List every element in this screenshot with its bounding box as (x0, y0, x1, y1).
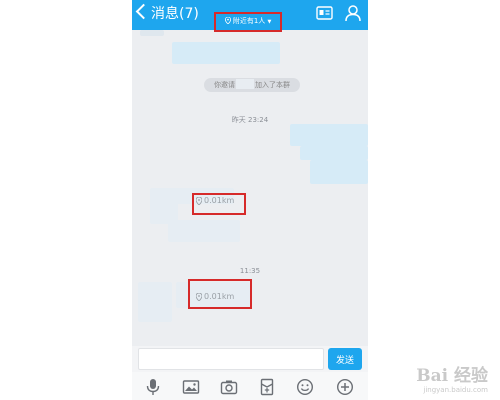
chat-header: 消息(7) 附近有1人 ▼ (132, 0, 368, 32)
emoji-icon[interactable] (296, 378, 314, 396)
camera-icon[interactable] (220, 378, 238, 396)
message-bubble[interactable] (290, 124, 368, 146)
message-bubble[interactable] (310, 160, 368, 184)
image-icon[interactable] (182, 378, 200, 396)
chat-screen: 消息(7) 附近有1人 ▼ 你邀请 加入了本群 昨天 23:24 0.01km 1… (132, 0, 368, 400)
highlight-box-distance (188, 279, 252, 309)
message-bubble[interactable] (172, 42, 280, 64)
avatar (140, 30, 164, 36)
chevron-left-icon (135, 3, 152, 20)
chat-toolbar (132, 372, 368, 400)
back-label: 消息(7) (151, 6, 199, 22)
avatar (138, 282, 172, 322)
message-list[interactable]: 你邀请 加入了本群 昨天 23:24 0.01km 11:35 0.01km (132, 30, 368, 346)
microphone-icon[interactable] (144, 378, 162, 396)
person-icon[interactable] (344, 4, 362, 22)
watermark-title: Bai 经验 (416, 366, 488, 386)
blurred-name (236, 79, 254, 89)
message-bubble[interactable] (168, 220, 240, 242)
plus-icon[interactable] (336, 378, 354, 396)
message-bubble[interactable] (300, 146, 368, 160)
back-button[interactable]: 消息(7) (135, 3, 199, 24)
timestamp: 11:35 (239, 267, 261, 275)
highlight-box-distance (192, 193, 246, 215)
message-input[interactable] (138, 348, 324, 370)
system-tip: 你邀请 加入了本群 (204, 78, 300, 92)
watermark-url: jingyan.baidu.com (423, 386, 488, 394)
send-button[interactable]: 发送 (328, 348, 362, 370)
highlight-box-nearby (214, 12, 282, 32)
baidu-jingyan-watermark: Bai 经验 jingyan.baidu.com (416, 366, 488, 394)
system-tip-suffix: 加入了本群 (255, 81, 290, 89)
profile-card-icon[interactable] (316, 6, 333, 20)
red-packet-icon[interactable] (258, 378, 276, 396)
system-tip-prefix: 你邀请 (214, 81, 235, 89)
input-bar: 发送 (132, 346, 368, 372)
